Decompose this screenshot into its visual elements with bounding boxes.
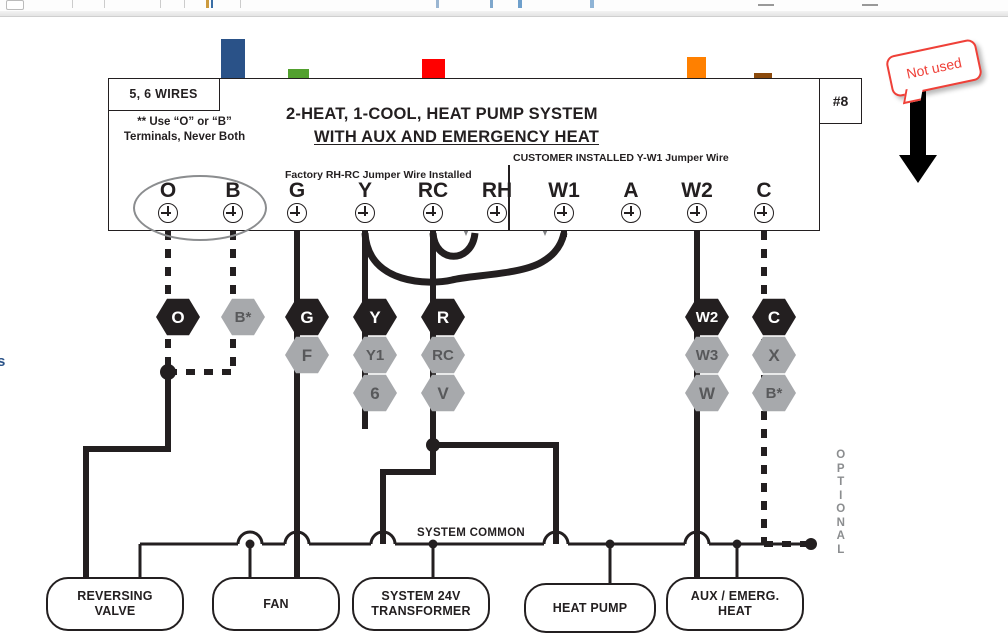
hex-column-c: C X B*	[750, 298, 798, 412]
toolbar-icon-color[interactable]	[206, 0, 209, 8]
hex-column-g: G F	[283, 298, 331, 374]
terminal-c[interactable]: C	[742, 180, 786, 223]
hex-r-text: R	[436, 307, 450, 327]
optional-label: OPTIONAL	[836, 449, 846, 556]
wiring-diagram: 5, 6 WIRES #8 ** Use “O” or “B” Terminal…	[0, 17, 1008, 641]
terminal-w2-label: W2	[681, 179, 713, 202]
hex-y1: Y1	[353, 336, 397, 374]
toolbar-divider-5	[240, 0, 241, 8]
hex-f-text: F	[301, 345, 313, 365]
terminal-o[interactable]: O	[146, 180, 190, 223]
terminal-rc-label: RC	[417, 179, 449, 202]
terminal-g-label: G	[288, 179, 306, 202]
hex-v: V	[421, 374, 465, 412]
toolbar-icon-a[interactable]	[436, 0, 439, 8]
hex-v-text: V	[437, 383, 449, 403]
toolbar-icon-minus-1[interactable]	[758, 4, 774, 6]
hex-b-star-text: B*	[234, 308, 252, 326]
hex-r: R	[421, 298, 465, 336]
screw-icon[interactable]	[687, 203, 707, 223]
system-common-label: SYSTEM COMMON	[417, 527, 526, 539]
hex-w2-text: W2	[695, 308, 719, 326]
toolbar-divider-1	[72, 0, 73, 8]
screw-icon[interactable]	[423, 203, 443, 223]
device-fan[interactable]: FAN	[212, 577, 340, 631]
hex-w: W	[685, 374, 729, 412]
hex-w3: W3	[685, 336, 729, 374]
terminal-rh-label: RH	[481, 179, 513, 202]
toolbar-icon-d[interactable]	[590, 0, 594, 8]
hex-rc-text: RC	[432, 346, 454, 364]
toolbar-icon-color-2[interactable]	[211, 0, 213, 8]
hex-w2: W2	[685, 298, 729, 336]
hex-f: F	[285, 336, 329, 374]
terminal-o-label: O	[159, 179, 177, 202]
terminal-row: O B G Y RC RH W1 A W2 C	[0, 17, 1008, 641]
screw-icon[interactable]	[621, 203, 641, 223]
page-edge-artifact: s	[0, 353, 6, 370]
hex-o-text: O	[171, 307, 185, 327]
terminal-w2[interactable]: W2	[675, 180, 719, 223]
toolbar-divider-4	[184, 0, 185, 8]
terminal-y[interactable]: Y	[343, 180, 387, 223]
hex-y: Y	[353, 298, 397, 336]
device-aux-heat-label: AUX / EMERG. HEAT	[690, 589, 780, 618]
hex-c-text: C	[767, 307, 781, 327]
device-aux-heat[interactable]: AUX / EMERG. HEAT	[666, 577, 804, 631]
terminal-rh[interactable]: RH	[475, 180, 519, 223]
device-fan-label: FAN	[263, 596, 289, 611]
hex-column-y: Y Y1 6	[351, 298, 399, 412]
terminal-b-label: B	[225, 179, 241, 202]
hex-o: O	[156, 298, 200, 336]
device-transformer-label: SYSTEM 24V TRANSFORMER	[371, 589, 471, 618]
hex-rc: RC	[421, 336, 465, 374]
hex-column-o: O	[154, 298, 202, 336]
screw-icon[interactable]	[158, 203, 178, 223]
screw-icon[interactable]	[223, 203, 243, 223]
hex-y1-text: Y1	[365, 346, 385, 364]
browser-toolbar	[0, 0, 1008, 17]
device-heat-pump[interactable]: HEAT PUMP	[524, 583, 656, 633]
terminal-y-label: Y	[357, 179, 372, 202]
hex-g: G	[285, 298, 329, 336]
terminal-rc[interactable]: RC	[411, 180, 455, 223]
hex-w3-text: W3	[695, 346, 719, 364]
toolbar-icon-window[interactable]	[6, 0, 24, 10]
screw-icon[interactable]	[287, 203, 307, 223]
device-reversing-valve[interactable]: REVERSING VALVE	[46, 577, 184, 631]
hex-column-w2: W2 W3 W	[683, 298, 731, 412]
hex-x-text: X	[768, 345, 780, 365]
device-heat-pump-label: HEAT PUMP	[552, 600, 628, 615]
terminal-a-label: A	[623, 179, 639, 202]
terminal-a[interactable]: A	[609, 180, 653, 223]
hex-b-star: B*	[221, 298, 265, 336]
toolbar-icon-minus-2[interactable]	[862, 4, 878, 6]
screw-icon[interactable]	[355, 203, 375, 223]
toolbar-divider-2	[104, 0, 105, 8]
toolbar-icon-b[interactable]	[490, 0, 493, 8]
device-reversing-valve-label: REVERSING VALVE	[77, 589, 153, 618]
hex-c: C	[752, 298, 796, 336]
hex-y-text: Y	[369, 307, 381, 327]
hex-w-text: W	[698, 383, 716, 403]
device-transformer[interactable]: SYSTEM 24V TRANSFORMER	[352, 577, 490, 631]
hex-c-b-star: B*	[752, 374, 796, 412]
screw-icon[interactable]	[554, 203, 574, 223]
terminal-c-label: C	[756, 179, 772, 202]
screw-icon[interactable]	[487, 203, 507, 223]
hex-column-b: B*	[219, 298, 267, 336]
hex-6: 6	[353, 374, 397, 412]
terminal-w1-label: W1	[548, 179, 580, 202]
hex-column-r: R RC V	[419, 298, 467, 412]
toolbar-icon-c[interactable]	[518, 0, 522, 8]
hex-6-text: 6	[370, 383, 380, 403]
toolbar-divider-3	[160, 0, 161, 8]
hex-x: X	[752, 336, 796, 374]
terminal-b[interactable]: B	[211, 180, 255, 223]
hex-g-text: G	[300, 307, 314, 327]
hex-c-b-star-text: B*	[765, 384, 783, 402]
terminal-g[interactable]: G	[275, 180, 319, 223]
terminal-w1[interactable]: W1	[542, 180, 586, 223]
screw-icon[interactable]	[754, 203, 774, 223]
